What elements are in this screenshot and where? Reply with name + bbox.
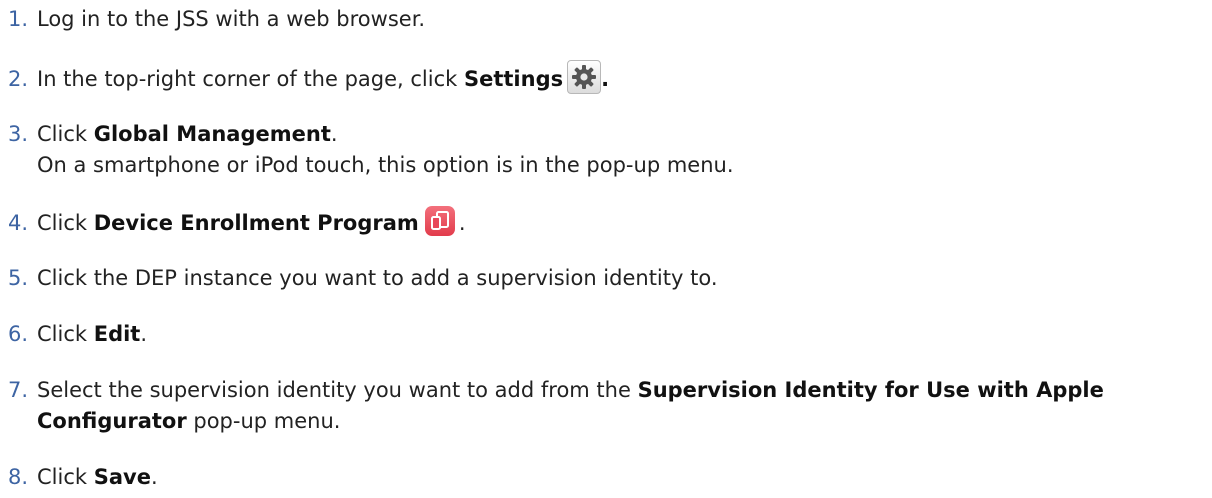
step-text: Click: [37, 465, 94, 489]
step-4: 4. Click Device Enrollment Program .: [8, 206, 466, 239]
step-text: In the top-right corner of the page, cli…: [37, 67, 464, 91]
global-management-label: Global Management: [93, 122, 331, 146]
instruction-steps: 1. Log in to the JSS with a web browser. …: [0, 0, 1212, 498]
step-punct: .: [150, 465, 158, 489]
step-3: 3. Click Global Management. On a smartpho…: [8, 119, 734, 181]
step-6: 6. Click Edit.: [8, 319, 147, 350]
supervision-identity-label: Supervision Identity for Use with Apple: [637, 378, 1104, 402]
device-enrollment-program-label: Device Enrollment Program: [93, 211, 419, 235]
step-text: Select the supervision identity you want…: [37, 378, 638, 402]
step-text: Click: [37, 122, 94, 146]
step-number: 7.: [8, 378, 29, 402]
step-text: Click: [37, 211, 94, 235]
step-note: On a smartphone or iPod touch, this opti…: [37, 153, 734, 177]
step-5: 5. Click the DEP instance you want to add…: [8, 263, 718, 294]
step-number: 5.: [8, 266, 29, 290]
step-number: 2.: [8, 67, 29, 91]
step-7: 7. Select the supervision identity you wa…: [8, 375, 1104, 437]
edit-label: Edit: [93, 322, 141, 346]
gear-icon: [567, 60, 602, 94]
step-text: Click: [37, 322, 94, 346]
step-text: pop-up menu.: [186, 409, 341, 433]
step-text: Click the DEP instance you want to add a…: [37, 266, 718, 290]
step-number: 8.: [8, 465, 29, 489]
step-number: 4.: [8, 211, 29, 235]
step-punct: .: [140, 322, 148, 346]
step-number: 3.: [8, 122, 29, 146]
step-punct: .: [458, 211, 466, 235]
step-1: 1. Log in to the JSS with a web browser.: [8, 4, 425, 35]
step-text: Log in to the JSS with a web browser.: [37, 7, 426, 31]
step-punct: .: [330, 122, 338, 146]
settings-label: Settings: [463, 67, 564, 91]
step-number: 1.: [8, 7, 29, 31]
step-punct: .: [601, 67, 610, 91]
device-enrollment-icon: [424, 206, 455, 236]
step-number: 6.: [8, 322, 29, 346]
save-label: Save: [93, 465, 151, 489]
supervision-identity-label-cont: Configurator: [37, 409, 187, 433]
step-8: 8. Click Save.: [8, 462, 158, 493]
step-2: 2. In the top-right corner of the page, c…: [8, 60, 609, 95]
step-continuation: Configurator pop-up menu.: [8, 406, 1104, 437]
